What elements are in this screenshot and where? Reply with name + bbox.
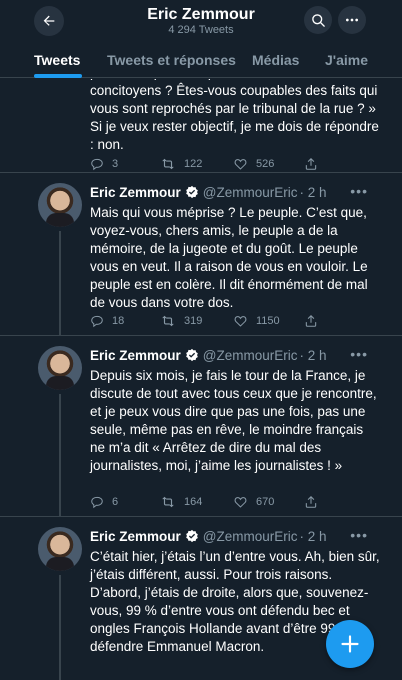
tweet[interactable]: Eric Zemmour @ZemmourEric · 2 h ••• Mais…: [0, 173, 402, 336]
share-button[interactable]: [304, 495, 326, 509]
tweet-text-content: concitoyens ? Êtes-vous coupables des fa…: [90, 83, 379, 152]
plus-icon: [341, 635, 359, 653]
profile-header: Eric Zemmour 4 294 Tweets: [0, 0, 402, 44]
tweet-header: Eric Zemmour @ZemmourEric · 2 h: [90, 183, 382, 201]
share-icon: [305, 496, 317, 508]
tweet-header: Eric Zemmour @ZemmourEric · 2 h: [90, 346, 382, 364]
like-button[interactable]: 1150: [233, 314, 280, 328]
reply-count: 6: [112, 496, 119, 508]
tweet-text: pour les répondre, qui ont accusé leurs …: [90, 79, 380, 154]
more-options-button[interactable]: [338, 6, 366, 34]
retweet-count: 164: [184, 496, 203, 508]
reply-icon: [91, 315, 103, 328]
reply-button[interactable]: 18: [90, 314, 124, 328]
tweet-menu-icon[interactable]: •••: [350, 183, 368, 199]
retweet-icon: [162, 496, 174, 508]
share-button[interactable]: [304, 157, 326, 171]
reply-icon: [91, 496, 103, 509]
retweet-icon: [162, 158, 174, 170]
avatar[interactable]: [38, 527, 82, 571]
profile-tabs: Tweets Tweets et réponses Médias J'aime: [0, 44, 402, 78]
search-button[interactable]: [304, 6, 332, 34]
reply-button[interactable]: 6: [90, 495, 118, 509]
thread-line: [59, 231, 61, 336]
author-handle[interactable]: @ZemmourEric: [203, 185, 298, 200]
tweet[interactable]: Eric Zemmour @ZemmourEric · 2 h ••• Depu…: [0, 336, 402, 517]
thread-line: [59, 394, 61, 517]
tweet-menu-icon[interactable]: •••: [350, 346, 368, 362]
tab-tweets-replies[interactable]: Tweets et réponses: [107, 52, 236, 68]
like-count: 1150: [256, 315, 280, 327]
tweet-header: Eric Zemmour @ZemmourEric · 2 h: [90, 527, 382, 545]
share-icon: [305, 158, 317, 170]
tweet-time[interactable]: · 2 h: [300, 185, 327, 200]
tweet-text: Depuis six mois, je fais le tour de la F…: [90, 368, 377, 473]
reply-count: 3: [112, 158, 119, 170]
tab-tweets[interactable]: Tweets: [34, 52, 80, 68]
tab-media[interactable]: Médias: [252, 52, 299, 68]
heart-icon: [234, 497, 247, 508]
tweet-actions: 18 319 1150: [90, 314, 350, 330]
author-handle[interactable]: @ZemmourEric: [203, 348, 298, 363]
heart-icon: [234, 159, 247, 170]
verified-badge-icon: [185, 529, 199, 543]
avatar[interactable]: [38, 183, 82, 227]
more-icon: [346, 18, 358, 22]
reply-button[interactable]: 3: [90, 157, 118, 171]
share-icon: [305, 315, 317, 327]
tweet-text: Mais qui vous méprise ? Le peuple. C’est…: [90, 205, 368, 310]
retweet-icon: [162, 315, 174, 327]
compose-tweet-button[interactable]: [326, 620, 374, 668]
retweet-button[interactable]: 164: [160, 495, 202, 509]
avatar[interactable]: [38, 346, 82, 390]
tab-likes[interactable]: J'aime: [325, 52, 368, 68]
author-name[interactable]: Eric Zemmour: [90, 348, 181, 363]
author-handle[interactable]: @ZemmourEric: [203, 529, 298, 544]
like-count: 526: [256, 158, 275, 170]
search-icon: [311, 13, 325, 27]
like-button[interactable]: 526: [233, 157, 274, 171]
retweet-button[interactable]: 122: [160, 157, 202, 171]
tweet-feed: pour les répondre, qui ont accusé leurs …: [0, 79, 402, 680]
active-tab-indicator: [34, 74, 82, 78]
retweet-button[interactable]: 319: [160, 314, 202, 328]
verified-badge-icon: [185, 185, 199, 199]
tweet-actions: 3 122 526: [90, 157, 350, 172]
heart-icon: [234, 316, 247, 327]
share-button[interactable]: [304, 314, 326, 328]
author-name[interactable]: Eric Zemmour: [90, 185, 181, 200]
author-name[interactable]: Eric Zemmour: [90, 529, 181, 544]
reply-icon: [91, 158, 103, 171]
retweet-count: 319: [184, 315, 203, 327]
reply-count: 18: [112, 315, 125, 327]
tweet-time[interactable]: · 2 h: [300, 529, 327, 544]
retweet-count: 122: [184, 158, 203, 170]
like-count: 670: [256, 496, 275, 508]
tweet-menu-icon[interactable]: •••: [350, 527, 368, 543]
thread-line: [59, 575, 61, 680]
verified-badge-icon: [185, 348, 199, 362]
tweet-time[interactable]: · 2 h: [300, 348, 327, 363]
tweet[interactable]: pour les répondre, qui ont accusé leurs …: [0, 79, 402, 173]
like-button[interactable]: 670: [233, 495, 274, 509]
tweet-actions: 6 164 670: [90, 495, 350, 511]
